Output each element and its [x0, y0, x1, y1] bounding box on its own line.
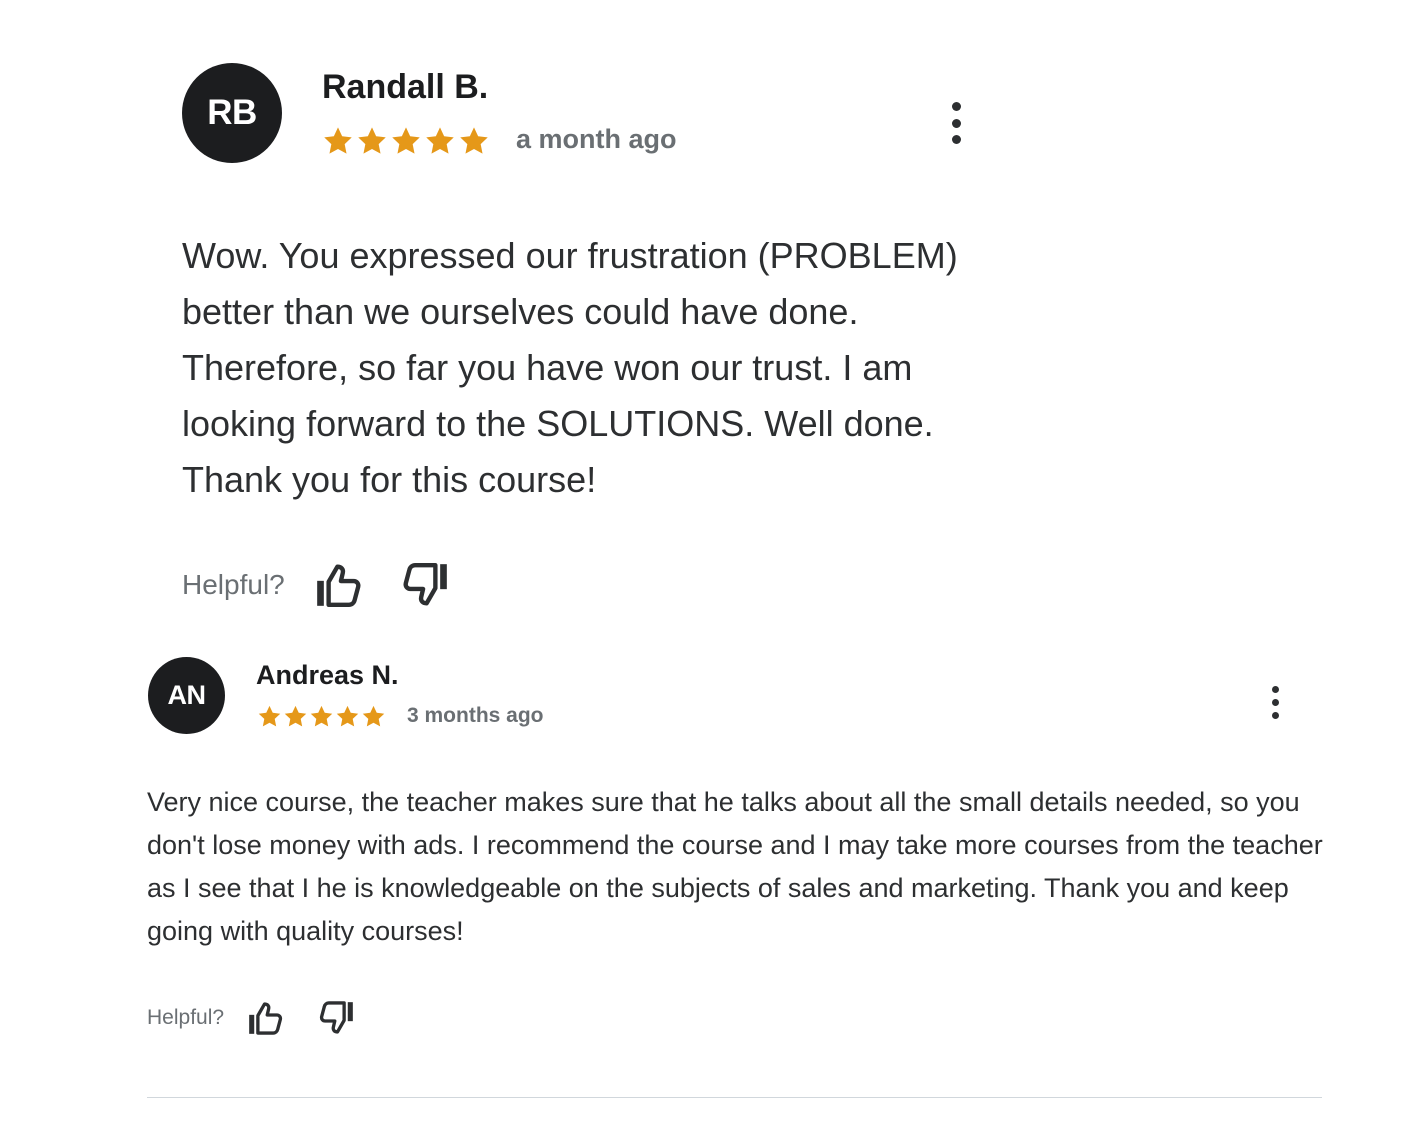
thumbs-up-icon [316, 564, 361, 607]
thumbs-up-icon [249, 1002, 283, 1035]
review-card: RB Randall B. a month ago Wow. You expre… [0, 0, 1410, 640]
more-vertical-icon [951, 102, 961, 111]
star-icon [258, 705, 281, 726]
star-icon [392, 127, 420, 154]
star-icon [310, 705, 333, 726]
reviewer-name: Randall B. [322, 68, 489, 106]
helpful-row: Helpful? [147, 997, 358, 1039]
thumbs-up-button[interactable] [244, 997, 286, 1039]
star-icon [324, 127, 352, 154]
star-rating [322, 124, 490, 158]
review-content: Wow. You expressed our frustration (PROB… [182, 235, 958, 500]
star-rating [257, 703, 386, 729]
star-icon [336, 705, 359, 726]
avatar: AN [148, 657, 225, 734]
helpful-row: Helpful? [182, 558, 453, 612]
more-options-button[interactable] [1267, 686, 1283, 719]
review-content: Very nice course, the teacher makes sure… [147, 787, 1323, 946]
thumbs-down-button[interactable] [399, 558, 453, 612]
review-time: 3 months ago [407, 704, 544, 727]
star-icon [460, 127, 488, 154]
reviewer-name: Andreas N. [256, 660, 399, 690]
avatar: RB [182, 63, 282, 163]
thumbs-down-button[interactable] [316, 997, 358, 1039]
helpful-label: Helpful? [182, 569, 285, 600]
star-icon [358, 127, 386, 154]
more-vertical-icon [1271, 686, 1279, 693]
more-options-button[interactable] [946, 102, 966, 144]
divider [147, 1097, 1322, 1098]
review-card: AN Andreas N. 3 months ago Very nice cou… [0, 640, 1410, 1144]
helpful-label: Helpful? [147, 1006, 225, 1029]
thumbs-down-icon [319, 1001, 353, 1034]
star-icon [362, 705, 385, 726]
star-icon [426, 127, 454, 154]
thumbs-up-button[interactable] [311, 558, 365, 612]
thumbs-down-icon [403, 563, 447, 606]
star-icon [284, 705, 307, 726]
review-time: a month ago [516, 124, 677, 154]
